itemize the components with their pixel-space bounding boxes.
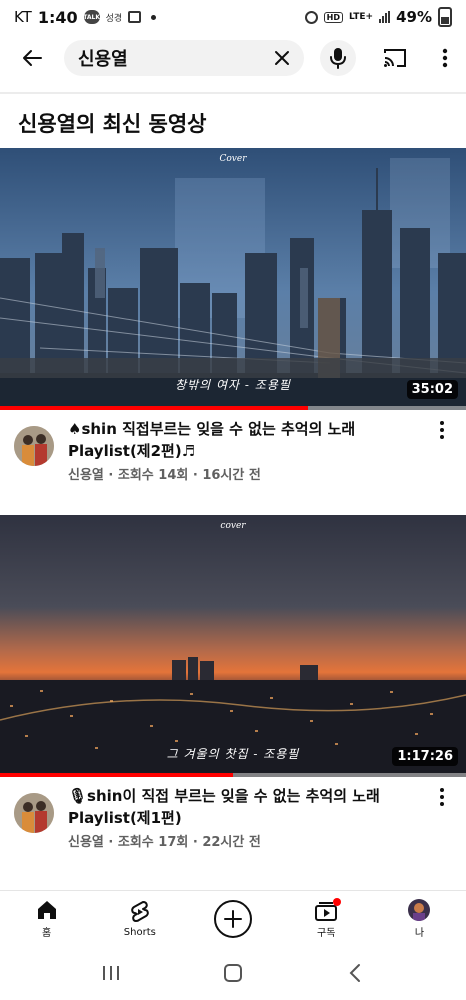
network-type-label: LTE+ bbox=[349, 12, 374, 22]
channel-avatar[interactable] bbox=[14, 793, 54, 833]
notification-dot bbox=[332, 898, 341, 906]
arrow-left-icon bbox=[23, 50, 42, 66]
nav-subscriptions[interactable]: 구독 bbox=[280, 891, 373, 946]
home-system-button[interactable] bbox=[213, 953, 253, 993]
nav-shorts[interactable]: Shorts bbox=[93, 891, 186, 946]
video-more-button[interactable] bbox=[432, 418, 452, 442]
battery-icon bbox=[438, 7, 452, 27]
cast-button[interactable] bbox=[375, 38, 415, 78]
shorts-icon bbox=[131, 900, 149, 922]
more-notifications-dot-icon bbox=[151, 14, 157, 20]
search-input[interactable]: 신용열 bbox=[78, 45, 270, 71]
channel-avatar[interactable] bbox=[14, 426, 54, 466]
chevron-left-icon bbox=[349, 964, 360, 982]
home-icon bbox=[37, 900, 56, 919]
alarm-icon bbox=[304, 10, 318, 24]
search-field[interactable]: 신용열 bbox=[64, 40, 304, 76]
nav-home[interactable]: 홈 bbox=[0, 891, 93, 946]
search-header: 신용열 bbox=[0, 34, 466, 82]
header-divider bbox=[0, 92, 466, 94]
watch-progress-fill bbox=[0, 406, 308, 410]
back-button[interactable] bbox=[0, 34, 64, 82]
nav-subscriptions-label: 구독 bbox=[317, 927, 336, 939]
video-thumbnail[interactable]: Cover 창밖의 여자 - 조용필 35:02 bbox=[0, 148, 466, 410]
profile-avatar-image bbox=[408, 898, 431, 921]
recent-apps-icon bbox=[103, 966, 119, 980]
duration-badge: 35:02 bbox=[406, 380, 458, 399]
video-more-button[interactable] bbox=[432, 785, 452, 809]
nav-you-label: 나 bbox=[414, 927, 425, 939]
nav-shorts-label: Shorts bbox=[123, 926, 156, 938]
signal-strength-icon bbox=[379, 11, 391, 23]
profile-avatar bbox=[408, 898, 431, 921]
cover-label: cover bbox=[220, 521, 246, 531]
talk-notification-icon: TALK bbox=[83, 10, 100, 24]
recent-apps-button[interactable] bbox=[91, 953, 131, 993]
bottom-navigation: 홈 Shorts 구독 나 bbox=[0, 890, 466, 946]
home-square-icon bbox=[224, 964, 242, 982]
nav-create[interactable] bbox=[186, 891, 279, 946]
more-vertical-icon bbox=[442, 48, 448, 68]
plus-icon bbox=[224, 909, 242, 928]
microphone-icon bbox=[330, 48, 346, 69]
voice-search-button[interactable] bbox=[320, 40, 356, 76]
status-bar: KT 1:40 TALK 성경 HD LTE+ 49% bbox=[0, 0, 466, 34]
song-caption: 창밖의 여자 - 조용필 bbox=[175, 378, 291, 392]
nav-home-label: 홈 bbox=[42, 927, 52, 939]
bible-notification-label: 성경 bbox=[105, 13, 123, 24]
watch-progress-bar bbox=[0, 773, 466, 777]
cast-icon bbox=[384, 49, 406, 67]
clear-search-button[interactable] bbox=[270, 46, 294, 70]
video-info[interactable]: ♠shin 직접부르는 잊을 수 없는 추억의 노래 Playlist(제2편)… bbox=[0, 412, 466, 492]
gallery-notification-icon bbox=[128, 11, 142, 23]
night-city-image bbox=[0, 515, 466, 777]
watch-progress-bar bbox=[0, 406, 466, 410]
battery-percent: 49% bbox=[396, 8, 432, 26]
video-title[interactable]: ♠shin 직접부르는 잊을 수 없는 추억의 노래 Playlist(제2편)… bbox=[68, 418, 420, 462]
duration-badge: 1:17:26 bbox=[392, 747, 458, 766]
video-meta: 신용열 · 조회수 17회 · 22시간 전 bbox=[68, 835, 261, 850]
video-title[interactable]: 🎙shin이 직접 부르는 잊을 수 없는 추억의 노래 Playlist(제1… bbox=[68, 785, 420, 829]
section-title: 신용열의 최신 동영상 bbox=[18, 112, 207, 136]
close-icon bbox=[275, 51, 289, 65]
cover-label: Cover bbox=[219, 154, 247, 164]
video-thumbnail[interactable]: cover 그 겨울의 찻집 - 조용필 1:17:26 bbox=[0, 515, 466, 777]
carrier-label: KT bbox=[14, 8, 32, 26]
video-info[interactable]: 🎙shin이 직접 부르는 잊을 수 없는 추억의 노래 Playlist(제1… bbox=[0, 779, 466, 859]
hd-voice-badge: HD bbox=[323, 11, 344, 23]
nav-you[interactable]: 나 bbox=[373, 891, 466, 946]
more-options-button[interactable] bbox=[427, 38, 463, 78]
channel-avatar-image bbox=[14, 793, 54, 833]
clock: 1:40 bbox=[37, 7, 78, 27]
back-system-button[interactable] bbox=[335, 953, 375, 993]
create-button[interactable] bbox=[214, 899, 252, 938]
city-skyline-image bbox=[0, 148, 466, 410]
system-navigation-bar bbox=[0, 946, 466, 1000]
channel-avatar-image bbox=[14, 426, 54, 466]
video-meta: 신용열 · 조회수 14회 · 16시간 전 bbox=[68, 468, 261, 483]
watch-progress-fill bbox=[0, 773, 233, 777]
